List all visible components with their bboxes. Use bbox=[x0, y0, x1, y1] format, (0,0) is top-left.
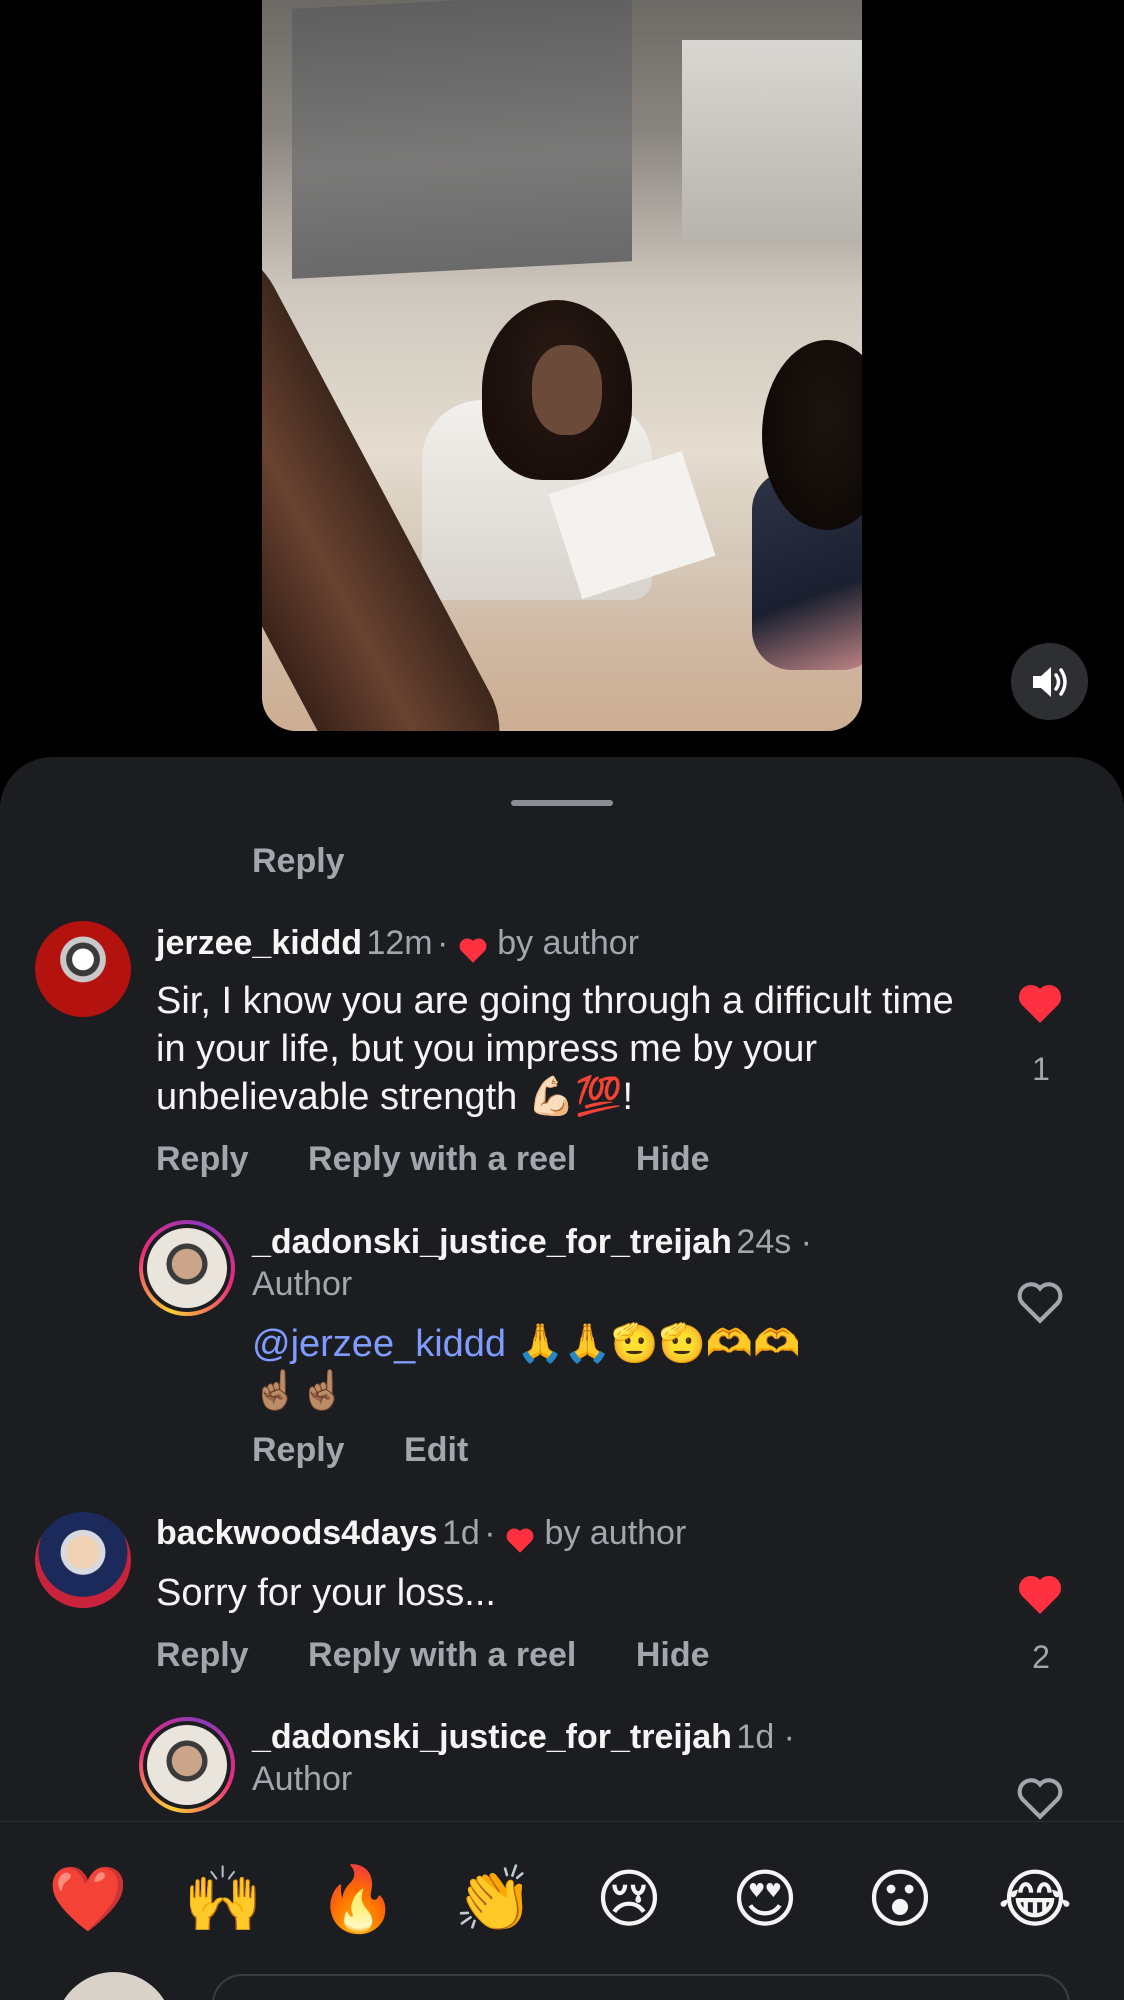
author-badge: Author bbox=[252, 1760, 353, 1798]
comment-username[interactable]: _dadonski_justice_for_treijah bbox=[252, 1223, 732, 1261]
reply-button[interactable]: Reply bbox=[156, 1636, 249, 1674]
like-heart-filled-icon[interactable] bbox=[1015, 981, 1065, 1025]
comments-sheet: Reply jerzee_kiddd 12m · by author Sir, … bbox=[0, 757, 1124, 2000]
author-badge: Author bbox=[252, 1265, 353, 1303]
emoji-reaction-bar: ❤️ 🙌 🔥 👏 😢 😍 😮 😂 bbox=[0, 1821, 1124, 2000]
video-bg-blind bbox=[292, 0, 632, 279]
emoji-crying-button[interactable]: 😢 bbox=[589, 1860, 669, 1940]
reply-button[interactable]: Reply bbox=[252, 1431, 345, 1469]
like-count: 2 bbox=[1032, 1639, 1050, 1675]
comment-header: jerzee_kiddd 12m · by author bbox=[156, 924, 639, 964]
video-bg-window bbox=[682, 40, 862, 240]
comment-time: 1d bbox=[442, 1514, 480, 1552]
reel-video[interactable] bbox=[262, 0, 862, 731]
like-heart-icon[interactable] bbox=[1015, 1775, 1065, 1821]
like-heart-icon[interactable] bbox=[1015, 1279, 1065, 1325]
avatar[interactable] bbox=[139, 1220, 235, 1316]
emoji-clap-button[interactable]: 👏 bbox=[454, 1860, 534, 1940]
emoji-laughing-button[interactable]: 😂 bbox=[995, 1860, 1075, 1940]
compose-avatar bbox=[55, 1972, 173, 2000]
reply-with-reel-button[interactable]: Reply with a reel bbox=[308, 1636, 576, 1674]
sheet-grabber[interactable] bbox=[511, 800, 613, 806]
avatar[interactable] bbox=[35, 1512, 131, 1608]
author-liked-heart-icon bbox=[459, 938, 487, 963]
separator: · bbox=[437, 924, 449, 962]
avatar[interactable] bbox=[35, 921, 131, 1017]
like-count: 1 bbox=[1032, 1051, 1050, 1087]
comment-input[interactable] bbox=[212, 1974, 1070, 2000]
mute-button[interactable] bbox=[1011, 643, 1088, 720]
comment-header: _dadonski_justice_for_treijah 1d · bbox=[252, 1718, 795, 1757]
like-heart-filled-icon[interactable] bbox=[1015, 1572, 1065, 1616]
avatar[interactable] bbox=[139, 1717, 235, 1813]
emoji-heart-button[interactable]: ❤️ bbox=[48, 1860, 128, 1940]
reply-button[interactable]: Reply bbox=[156, 1140, 249, 1178]
comment-time: 12m bbox=[366, 924, 433, 962]
comment-time: 24s · bbox=[736, 1223, 812, 1261]
comment-username[interactable]: jerzee_kiddd bbox=[156, 924, 362, 962]
comment-text: Sir, I know you are going through a diff… bbox=[156, 980, 954, 1118]
comment-header: _dadonski_justice_for_treijah 24s · bbox=[252, 1223, 812, 1262]
emoji-fire-button[interactable]: 🔥 bbox=[318, 1860, 398, 1940]
comment-emoji-line: ☝🏽☝🏽 bbox=[252, 1370, 347, 1412]
liked-by-author: by author bbox=[544, 1514, 687, 1552]
video-area[interactable] bbox=[0, 0, 1124, 760]
edit-button[interactable]: Edit bbox=[404, 1431, 468, 1469]
reply-button[interactable]: Reply bbox=[252, 842, 345, 881]
hide-button[interactable]: Hide bbox=[636, 1636, 710, 1674]
speaker-icon bbox=[1032, 666, 1067, 697]
comment-actions: Reply Edit bbox=[252, 1431, 518, 1470]
comment-header: backwoods4days 1d · by author bbox=[156, 1514, 686, 1554]
hide-button[interactable]: Hide bbox=[636, 1140, 710, 1178]
separator: · bbox=[484, 1514, 496, 1552]
video-person-1-face bbox=[532, 345, 602, 435]
emoji-raised-hands-button[interactable]: 🙌 bbox=[183, 1860, 263, 1940]
author-liked-heart-icon bbox=[506, 1528, 534, 1553]
emoji-heart-eyes-button[interactable]: 😍 bbox=[725, 1860, 805, 1940]
comment-actions: Reply Reply with a reel Hide bbox=[156, 1636, 760, 1675]
comment-text: @jerzee_kiddd 🙏🙏🫡🫡🫶🫶 bbox=[252, 1320, 972, 1368]
liked-by-author: by author bbox=[497, 924, 640, 962]
comment-text: Sorry for your loss... bbox=[156, 1572, 496, 1614]
reply-with-reel-button[interactable]: Reply with a reel bbox=[308, 1140, 576, 1178]
comment-emoji: 🙏🙏🫡🫡🫶🫶 bbox=[506, 1323, 801, 1365]
mention-link[interactable]: @jerzee_kiddd bbox=[252, 1323, 506, 1365]
comment-username[interactable]: _dadonski_justice_for_treijah bbox=[252, 1718, 732, 1756]
comment-actions: Reply Reply with a reel Hide bbox=[156, 1140, 760, 1179]
emoji-surprised-button[interactable]: 😮 bbox=[860, 1860, 940, 1940]
comment-time: 1d · bbox=[736, 1718, 795, 1756]
comment-username[interactable]: backwoods4days bbox=[156, 1514, 438, 1552]
